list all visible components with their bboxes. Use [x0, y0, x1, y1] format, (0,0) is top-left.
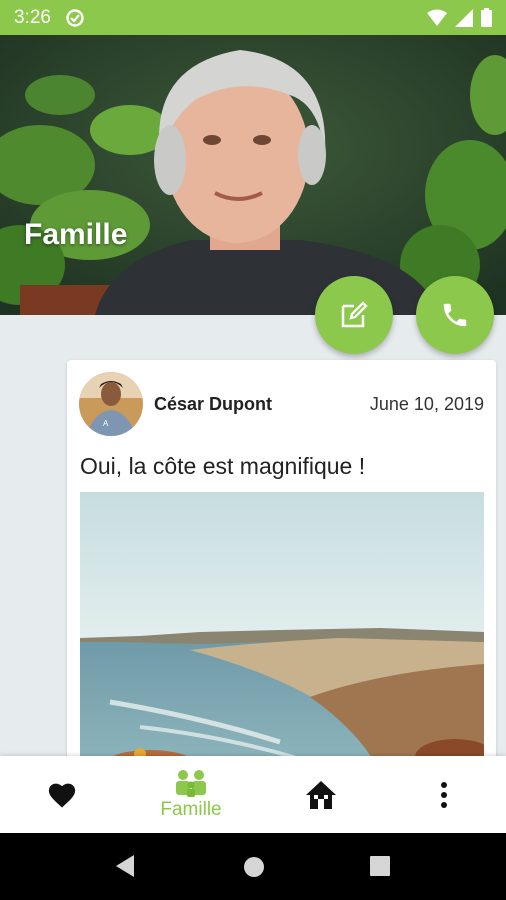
post-image[interactable]	[80, 492, 484, 772]
signal-icon	[455, 8, 473, 27]
post-card[interactable]: A César Dupont June 10, 2019 Oui, la côt…	[67, 360, 496, 780]
heart-icon	[48, 783, 76, 807]
post-date: June 10, 2019	[369, 394, 484, 414]
svg-text:A: A	[103, 419, 109, 428]
header-photo: Famille	[0, 35, 506, 315]
nav-family[interactable]: Famille	[141, 756, 241, 833]
more-vert-icon	[441, 781, 447, 808]
edit-button[interactable]	[315, 276, 393, 354]
header-photo-image	[0, 35, 506, 315]
nav-favorites[interactable]	[22, 756, 102, 833]
sync-icon	[66, 8, 84, 27]
post-text: Oui, la côte est magnifique !	[80, 453, 366, 479]
home-icon	[306, 780, 336, 809]
wifi-icon	[427, 9, 447, 26]
system-navigation	[0, 833, 506, 900]
status-time: 3:26	[14, 6, 51, 28]
nav-home[interactable]	[281, 756, 361, 833]
avatar[interactable]: A	[79, 372, 143, 436]
nav-more[interactable]	[404, 756, 484, 833]
battery-icon	[481, 8, 492, 27]
recents-icon[interactable]	[370, 856, 390, 876]
phone-icon	[443, 303, 467, 327]
post-author[interactable]: César Dupont	[154, 394, 272, 415]
home-circle-icon[interactable]	[242, 855, 266, 879]
page-title: Famille	[24, 218, 128, 251]
call-button[interactable]	[416, 276, 494, 354]
edit-icon	[341, 301, 368, 328]
family-icon	[176, 769, 206, 797]
status-bar: 3:26	[0, 0, 506, 35]
avatar-image: A	[79, 372, 143, 436]
back-icon[interactable]	[114, 853, 136, 879]
post-image-content	[80, 492, 484, 772]
bottom-navigation: Famille	[0, 756, 506, 833]
nav-family-label: Famille	[160, 798, 222, 820]
